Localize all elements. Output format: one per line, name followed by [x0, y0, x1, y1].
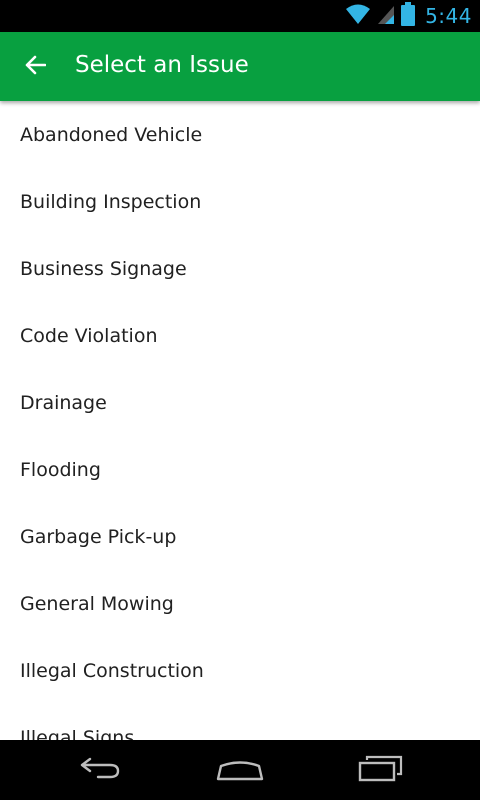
list-item[interactable]: Illegal Signs — [0, 704, 480, 741]
back-button[interactable] — [16, 48, 54, 86]
signal-icon — [377, 3, 395, 29]
back-icon — [78, 755, 122, 785]
list-item[interactable]: Illegal Construction — [0, 637, 480, 704]
list-item[interactable]: Business Signage — [0, 235, 480, 302]
nav-back-button[interactable] — [65, 752, 135, 788]
list-item[interactable]: Code Violation — [0, 302, 480, 369]
list-item[interactable]: Flooding — [0, 436, 480, 503]
issue-list: Abandoned Vehicle Building Inspection Bu… — [0, 101, 480, 741]
arrow-back-icon — [24, 54, 47, 80]
recent-apps-icon — [357, 754, 403, 786]
wifi-icon — [345, 3, 371, 29]
list-item[interactable]: Garbage Pick-up — [0, 503, 480, 570]
home-icon — [215, 755, 265, 785]
nav-home-button[interactable] — [205, 752, 275, 788]
page-title: Select an Issue — [75, 52, 249, 78]
app-bar: Select an Issue — [0, 32, 480, 101]
list-item[interactable]: Building Inspection — [0, 168, 480, 235]
nav-recent-button[interactable] — [345, 752, 415, 788]
status-bar: 5:44 — [0, 0, 480, 32]
list-item[interactable]: Drainage — [0, 369, 480, 436]
status-time: 5:44 — [425, 4, 472, 28]
status-icons: 5:44 — [345, 0, 472, 32]
navigation-bar — [0, 740, 480, 800]
list-item[interactable]: General Mowing — [0, 570, 480, 637]
battery-icon — [401, 2, 416, 30]
list-item[interactable]: Abandoned Vehicle — [0, 101, 480, 168]
